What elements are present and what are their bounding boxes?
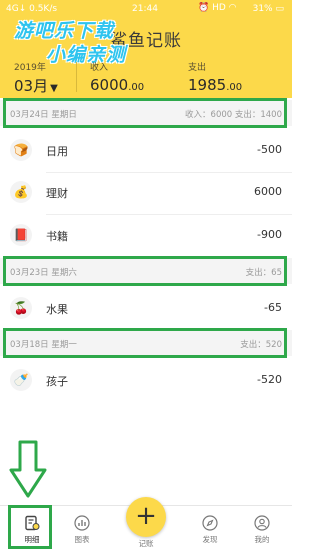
month-value: 03月	[14, 77, 49, 95]
category-name: 日用	[46, 145, 68, 158]
header-divider	[76, 62, 77, 92]
book-icon: 📕	[10, 224, 32, 246]
entry-amount: -500	[257, 143, 282, 156]
entry-amount: 6000	[254, 185, 282, 198]
list-item[interactable]: 💰 理财 6000	[0, 170, 292, 214]
day-header: 03月24日 星期日 收入：6000 支出：1400	[0, 100, 292, 126]
year-label: 2019年	[14, 63, 46, 73]
day-date: 03月18日 星期一	[10, 340, 77, 350]
battery-icon: ▭	[275, 4, 284, 14]
chart-icon	[74, 515, 90, 531]
day-header: 03月18日 星期一 支出：520	[0, 330, 292, 356]
tab-details[interactable]: 明细	[8, 506, 56, 550]
hd-badge: HD	[212, 3, 226, 13]
compass-icon	[202, 515, 218, 531]
tab-label: 我的	[254, 535, 270, 544]
network-speed: 4G↓ 0.5K/s	[6, 4, 58, 14]
add-record-label: 记账	[138, 539, 154, 548]
expense-total: 1985.00	[188, 76, 243, 94]
entry-amount: -520	[257, 373, 282, 386]
income-label: 收入	[90, 63, 109, 73]
list-item[interactable]: 📕 书籍 -900	[0, 213, 292, 257]
bread-icon: 🍞	[10, 139, 32, 161]
down-arrow-icon	[9, 440, 47, 498]
wifi-icon: ◠	[228, 3, 237, 13]
tab-profile[interactable]: 我的	[238, 506, 286, 550]
category-name: 书籍	[46, 230, 68, 243]
baby-bottle-icon: 🍼	[10, 369, 32, 391]
day-header: 03月23日 星期六 支出：65	[0, 258, 292, 284]
app-header: 4G↓ 0.5K/s 21:44 ⏰ HD ◠ 31% ▭ 鲨鱼记账 游吧乐下载…	[0, 0, 292, 98]
clock: 21:44	[132, 4, 158, 14]
alarm-icon: ⏰	[198, 3, 210, 13]
details-icon	[25, 515, 40, 531]
day-date: 03月23日 星期六	[10, 268, 77, 278]
day-summary: 支出：520	[240, 340, 282, 350]
tab-label: 明细	[24, 535, 40, 544]
entry-amount: -65	[264, 301, 282, 314]
day-summary: 支出：65	[245, 268, 282, 278]
expense-label: 支出	[188, 63, 207, 73]
month-selector[interactable]: 03月 ▼	[14, 75, 58, 96]
user-icon	[254, 515, 270, 531]
caret-down-icon: ▼	[50, 83, 58, 94]
category-name: 理财	[46, 187, 68, 200]
tab-charts[interactable]: 图表	[58, 506, 106, 550]
cherry-icon: 🍒	[10, 297, 32, 319]
category-name: 水果	[46, 303, 68, 316]
day-date: 03月24日 星期日	[10, 110, 77, 120]
day-summary: 收入：6000 支出：1400	[185, 110, 282, 120]
income-total: 6000.00	[90, 76, 145, 94]
tab-label: 图表	[74, 535, 90, 544]
battery-level: 31% ▭	[252, 4, 284, 14]
list-item[interactable]: 🍞 日用 -500	[0, 128, 292, 172]
tab-discover[interactable]: 发现	[186, 506, 234, 550]
category-name: 孩子	[46, 375, 68, 388]
watermark-line2: 小编亲测	[46, 44, 127, 66]
list-item[interactable]: 🍼 孩子 -520	[0, 358, 292, 402]
status-icons: ⏰ HD ◠	[198, 3, 237, 13]
watermark-line1: 游吧乐下载	[14, 20, 115, 42]
add-record-button[interactable]: +	[126, 497, 166, 537]
entry-amount: -900	[257, 228, 282, 241]
money-bag-icon: 💰	[10, 181, 32, 203]
list-item[interactable]: 🍒 水果 -65	[0, 286, 292, 330]
tab-label: 发现	[202, 535, 218, 544]
